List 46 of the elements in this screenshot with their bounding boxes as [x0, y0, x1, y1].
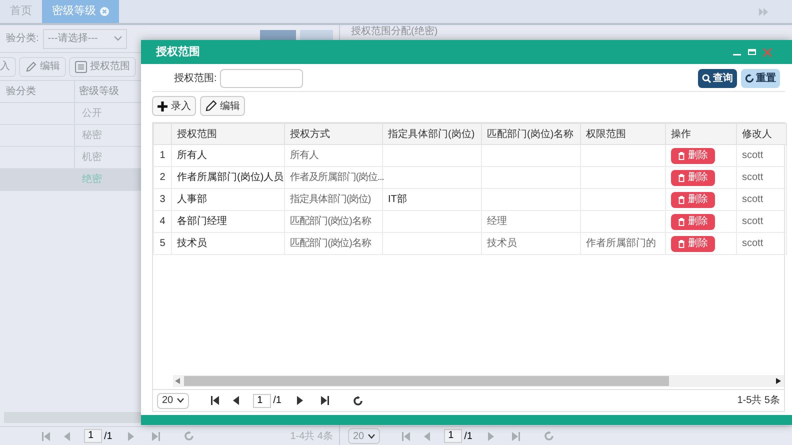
table-cell: 匹配部门(岗位)名称 [290, 238, 371, 249]
table-cell-text: 机密 [81, 150, 102, 165]
column-header: 验分类 [0, 81, 75, 102]
page-count: /1 [464, 430, 472, 444]
table-cell: scott [742, 194, 764, 205]
table-cell: scott [742, 216, 764, 227]
table-cell: 所有人 [177, 150, 207, 161]
table-cell: 作者及所属部门(岗位... [290, 172, 384, 183]
column-header: 授权方式 [290, 128, 330, 140]
filter-label: 验分类: [6, 32, 39, 46]
table-cell: 技术员 [177, 238, 207, 249]
table-cell: scott [742, 150, 764, 161]
row-number: 4 [160, 216, 166, 227]
table-cell: 匹配部门(岗位)名称 [290, 216, 371, 227]
column-header: 指定具体部门(岗位) [388, 128, 475, 140]
column-header: 匹配部门(岗位)名称 [487, 128, 574, 140]
column-header: 授权范围 [177, 128, 217, 140]
table-cell: 经理 [487, 216, 507, 227]
page-count: /1 [104, 430, 112, 444]
column-header: 权限范围 [586, 128, 626, 140]
row-number: 3 [160, 194, 166, 205]
table-cell: scott [742, 238, 764, 249]
record-summary: 1-4共 4条 [290, 430, 333, 444]
panel-title: 授权范围分配(绝密) [351, 26, 438, 37]
table-cell: 人事部 [177, 194, 207, 205]
table-cell-text: 绝密 [81, 172, 102, 187]
table-cell: IT部 [388, 194, 407, 205]
table-cell: 各部门经理 [177, 216, 227, 227]
page-count: /1 [273, 394, 282, 408]
column-header: 操作 [671, 128, 691, 140]
record-summary: 1-5共 5条 [737, 394, 780, 408]
table-cell: 所有人 [290, 150, 318, 161]
table-cell: 技术员 [487, 238, 517, 249]
table-cell-text: 秘密 [81, 128, 102, 143]
dialog-title: 授权范围 [156, 44, 200, 60]
field-label: 授权范围: [174, 72, 217, 86]
row-number: 2 [160, 172, 166, 183]
table-cell: scott [742, 172, 764, 183]
row-number: 1 [160, 150, 166, 161]
row-number: 5 [160, 238, 166, 249]
column-header: 密级等级 [78, 84, 119, 99]
table-cell-text: 公开 [81, 107, 102, 121]
table-cell: 作者所属部门(岗位)人员 [177, 172, 284, 183]
column-header: 修改人 [742, 128, 772, 140]
table-cell: 作者所属部门的 [586, 238, 656, 249]
table-cell: 指定具体部门(岗位) [290, 194, 371, 205]
